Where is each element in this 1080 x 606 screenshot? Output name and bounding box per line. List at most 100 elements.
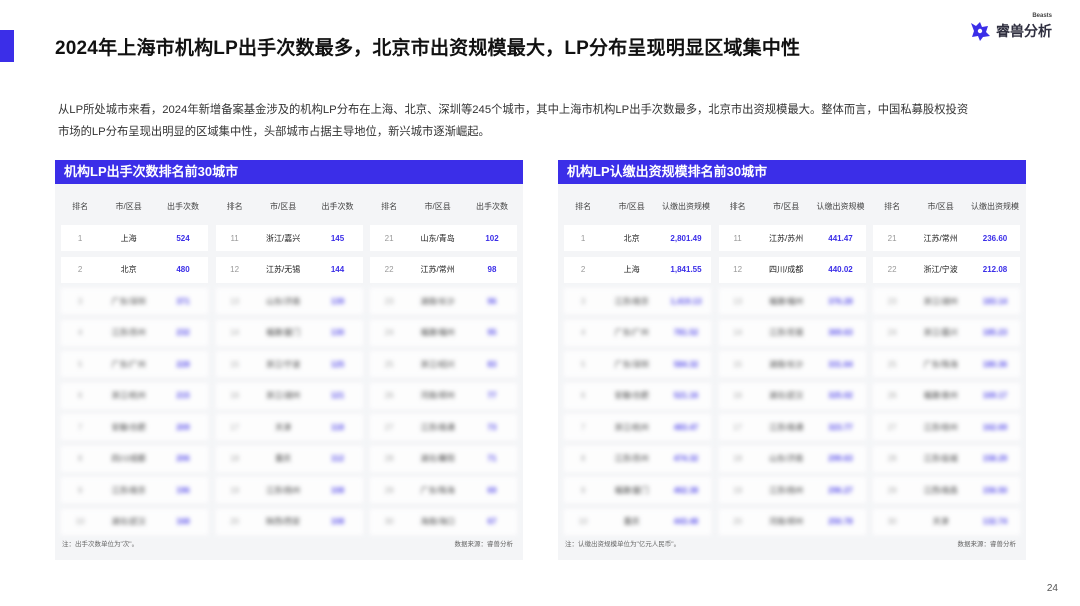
- ranking-table: 排名 市/区县 认缴出资规模 11 江苏/苏州 441.47 12 四川/成都 440.02 13…: [718, 195, 866, 535]
- city-cell: 福建/福州: [769, 296, 804, 306]
- city-cell: 北京: [120, 265, 137, 274]
- rank-cell: 28: [384, 454, 394, 463]
- rank-cell: 21: [384, 233, 394, 243]
- rank-cell: 7: [580, 422, 586, 432]
- value-cell: 96: [487, 296, 497, 306]
- table-row: 10 重庆 443.48: [564, 508, 711, 535]
- city-cell: 湖北/武汉: [111, 517, 146, 526]
- column-header: 市/区县: [115, 201, 142, 211]
- rank-cell: 2: [580, 265, 586, 274]
- city-cell: 山东/济南: [769, 454, 804, 463]
- panel-header: 机构LP出手次数排名前30城市: [55, 160, 523, 184]
- column-header: 排名: [72, 201, 89, 211]
- rank-cell: 16: [230, 391, 240, 400]
- table-row: 4 广东/广州 781.52: [564, 319, 711, 346]
- city-cell: 浙江/绍兴: [420, 359, 455, 369]
- panel-lp-amount: 机构LP认缴出资规模排名前30城市 排名 市/区县 认缴出资规模 1 北京 2,801.4…: [558, 160, 1026, 560]
- value-cell: 440.02: [828, 265, 853, 274]
- city-cell: 江苏/常州: [420, 265, 455, 274]
- table-row: 7 浙江/杭州 483.47: [564, 414, 711, 440]
- table-row: 20 陕西/西安 108: [215, 508, 363, 535]
- city-cell: 广东/珠海: [420, 485, 455, 495]
- value-cell: 483.47: [673, 422, 699, 432]
- value-cell: 521.16: [673, 391, 699, 400]
- rank-cell: 20: [230, 517, 240, 526]
- table-header-row: 排名 市/区县 出手次数: [370, 195, 517, 217]
- table-row: 16 湖北/武汉 325.02: [718, 382, 866, 409]
- page-title: 2024年上海市机构LP出手次数最多，北京市出资规模最大，LP分布呈现明显区域集…: [55, 38, 801, 59]
- table-row: 5 广东/广州 228: [61, 351, 208, 377]
- table-row: 11 江苏/苏州 441.47: [718, 225, 866, 251]
- value-cell: 474.32: [673, 454, 699, 463]
- rank-cell: 18: [733, 454, 743, 463]
- value-cell: 209: [176, 422, 190, 432]
- city-cell: 湖北/武汉: [769, 391, 804, 400]
- value-cell: 584.32: [673, 359, 699, 369]
- column-header: 认缴出资规模: [816, 201, 865, 211]
- value-cell: 83: [487, 359, 497, 369]
- city-cell: 山东/济南: [266, 296, 301, 306]
- value-cell: 443.48: [673, 517, 699, 526]
- city-cell: 江苏/苏州: [614, 454, 649, 463]
- rank-cell: 6: [77, 391, 83, 400]
- value-cell: 73: [487, 422, 497, 432]
- city-cell: 天津: [932, 517, 949, 526]
- table-row: 17 江苏/南通 323.77: [718, 414, 866, 440]
- column-header: 市/区县: [424, 201, 451, 211]
- city-cell: 广东/广州: [614, 328, 649, 337]
- panel-note: 注：出手次数单位为"次"。: [62, 541, 139, 548]
- column-header: 排名: [381, 201, 398, 211]
- city-cell: 天津: [275, 422, 292, 432]
- city-cell: 江苏/南京: [111, 485, 146, 495]
- column-header: 出手次数: [167, 201, 199, 211]
- value-cell: 144: [330, 265, 345, 274]
- rank-cell: 1: [580, 233, 586, 243]
- table-row: 1 北京 2,801.49: [564, 225, 711, 251]
- rank-cell: 26: [384, 391, 394, 400]
- city-cell: 江苏/南京: [614, 296, 649, 306]
- rank-cell: 13: [733, 296, 743, 306]
- beast-logo-icon: [971, 22, 990, 41]
- table-row: 28 江苏/盐城 158.29: [873, 445, 1020, 472]
- rank-cell: 14: [733, 328, 743, 337]
- title-accent-bar: [0, 30, 14, 62]
- table-row: 9 江苏/南京 196: [61, 477, 208, 503]
- table-row: 3 广东/深圳 371: [61, 288, 208, 314]
- city-cell: 湖南/长沙: [420, 296, 455, 306]
- panel-footer: 注：出手次数单位为"次"。 数据来源：睿兽分析: [62, 538, 513, 548]
- panel-footer: 注：认缴出资规模单位为"亿元人民币"。 数据来源：睿兽分析: [565, 538, 1016, 548]
- rank-cell: 25: [384, 359, 394, 369]
- table-row: 28 湖北/襄阳 71: [370, 445, 517, 472]
- value-cell: 69: [487, 485, 497, 495]
- value-cell: 228: [176, 359, 190, 369]
- rank-cell: 22: [384, 265, 394, 274]
- rank-cell: 3: [77, 296, 83, 306]
- table-row: 6 浙江/杭州 215: [61, 382, 208, 409]
- table-row: 27 江苏/徐州 162.69: [873, 414, 1020, 440]
- city-cell: 上海: [120, 233, 137, 243]
- value-cell: 296.27: [828, 485, 853, 495]
- value-cell: 168: [176, 517, 190, 526]
- value-cell: 371: [176, 296, 190, 306]
- rank-cell: 9: [580, 485, 586, 495]
- value-cell: 369.63: [828, 328, 853, 337]
- value-cell: 462.38: [673, 485, 699, 495]
- rank-cell: 13: [230, 296, 240, 306]
- table-row: 15 湖南/长沙 331.64: [718, 351, 866, 377]
- table-row: 21 山东/青岛 102: [370, 225, 517, 251]
- table-row: 19 江苏/扬州 108: [215, 477, 363, 503]
- city-cell: 浙江/宁波: [923, 265, 958, 274]
- value-cell: 480: [176, 265, 190, 274]
- table-row: 23 浙江/湖州 183.14: [873, 288, 1020, 314]
- city-cell: 广东/广州: [111, 359, 146, 369]
- city-cell: 江苏/苏州: [111, 328, 146, 337]
- table-row: 27 江苏/南通 73: [370, 414, 517, 440]
- rank-cell: 29: [887, 485, 897, 495]
- value-cell: 169.17: [982, 391, 1008, 400]
- value-cell: 2,801.49: [670, 233, 702, 243]
- rank-cell: 19: [230, 485, 240, 495]
- city-cell: 浙江/湖州: [923, 296, 958, 306]
- rank-cell: 6: [580, 391, 586, 400]
- rank-cell: 9: [77, 485, 83, 495]
- table-row: 14 福建/厦门 130: [215, 319, 363, 346]
